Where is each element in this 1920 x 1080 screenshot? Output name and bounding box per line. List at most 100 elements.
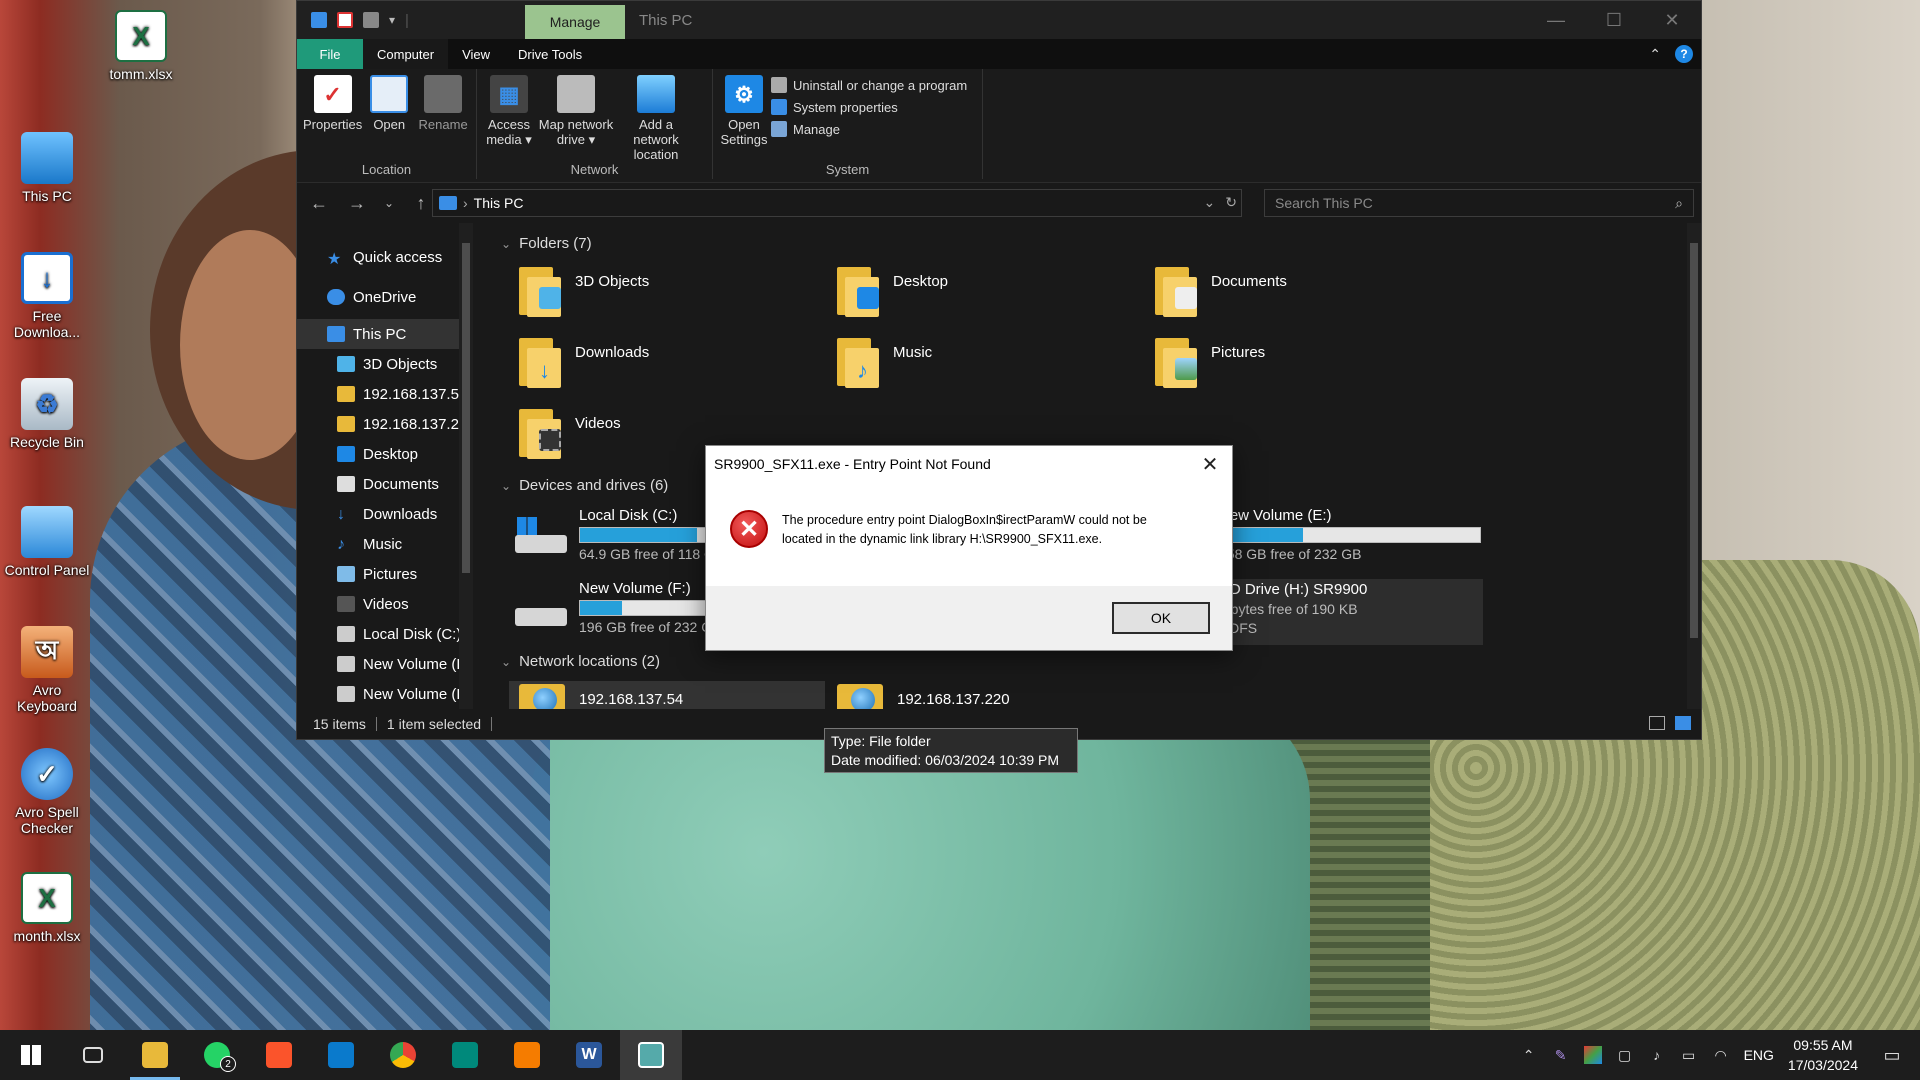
large-icons-view-icon[interactable]: [1675, 716, 1691, 730]
customize-toolbar-icon[interactable]: ▾: [389, 13, 395, 27]
taskbar-meet[interactable]: [434, 1030, 496, 1080]
taskbar-word[interactable]: W: [558, 1030, 620, 1080]
speaker-icon[interactable]: ♪: [1648, 1046, 1666, 1064]
app-tray-icon[interactable]: [1583, 1046, 1602, 1064]
taskbar-app[interactable]: [496, 1030, 558, 1080]
folder-desktop[interactable]: Desktop: [835, 263, 948, 317]
nav-onedrive[interactable]: OneDrive: [297, 277, 473, 317]
taskbar-vscode[interactable]: [310, 1030, 372, 1080]
recent-locations-icon[interactable]: ⌄: [383, 196, 395, 210]
nav-this-pc[interactable]: This PC: [297, 319, 473, 349]
desktop-icon-this-pc[interactable]: This PC: [2, 132, 92, 204]
title-bar[interactable]: ▾ | Manage This PC — ☐ ✕: [297, 1, 1701, 39]
desktop-icon-free-download-manager[interactable]: ↓ Free Downloa...: [2, 252, 92, 340]
desktop-icon-avro-keyboard[interactable]: অ Avro Keyboard: [2, 626, 92, 714]
dialog-title-bar[interactable]: SR9900_SFX11.exe - Entry Point Not Found…: [706, 446, 1232, 482]
chrome-icon: [390, 1042, 416, 1068]
wifi-icon[interactable]: ◠: [1712, 1046, 1730, 1064]
nav-item[interactable]: 192.168.137.220: [297, 409, 473, 439]
section-header-network[interactable]: ⌄ Network locations (2): [501, 653, 660, 670]
folder-music[interactable]: ♪ Music: [835, 334, 932, 388]
manage-label: Manage: [793, 121, 840, 137]
nav-item[interactable]: Desktop: [297, 439, 473, 469]
taskbar-whatsapp[interactable]: 2: [186, 1030, 248, 1080]
show-hidden-icons-icon[interactable]: ⌃: [1520, 1046, 1538, 1064]
breadcrumb[interactable]: This PC: [474, 195, 524, 211]
status-separator: [491, 717, 493, 731]
up-arrow-icon[interactable]: ↑: [409, 193, 433, 214]
nav-item[interactable]: 192.168.137.54: [297, 379, 473, 409]
nav-item[interactable]: New Volume (D:: [297, 649, 473, 679]
desktop-icon-avro-spell-checker[interactable]: ✓ Avro Spell Checker: [2, 748, 92, 836]
dialog-title: SR9900_SFX11.exe - Entry Point Not Found: [714, 456, 991, 472]
nav-item[interactable]: Videos: [297, 589, 473, 619]
taskbar-file-explorer[interactable]: [124, 1030, 186, 1080]
ok-button[interactable]: OK: [1112, 602, 1210, 634]
folder-pictures[interactable]: Pictures: [1153, 334, 1265, 388]
taskbar-active-window[interactable]: [620, 1030, 682, 1080]
open-label: Open: [373, 117, 406, 132]
scrollbar-thumb[interactable]: [462, 243, 470, 573]
nav-item[interactable]: New Volume (E:): [297, 679, 473, 709]
system-properties-button[interactable]: System properties: [771, 99, 967, 115]
details-view-icon[interactable]: [1649, 716, 1665, 730]
taskbar-chrome[interactable]: [372, 1030, 434, 1080]
nav-item[interactable]: 3D Objects: [297, 349, 473, 379]
tab-manage[interactable]: Manage: [525, 5, 625, 39]
nav-item[interactable]: Local Disk (C:): [297, 619, 473, 649]
section-header-devices[interactable]: ⌄ Devices and drives (6): [501, 477, 668, 494]
tab-computer[interactable]: Computer: [363, 39, 449, 69]
properties-icon[interactable]: [337, 12, 353, 28]
collapse-ribbon-icon[interactable]: ⌃: [1649, 46, 1661, 63]
file-list-scrollbar[interactable]: [1687, 223, 1701, 709]
clock[interactable]: 09:55 AM 17/03/2024: [1788, 1035, 1858, 1075]
notifications-icon[interactable]: ▭: [1872, 1030, 1912, 1080]
folder-3d-objects[interactable]: 3D Objects: [517, 263, 649, 317]
desktop-icon-control-panel[interactable]: Control Panel: [2, 506, 92, 578]
search-input[interactable]: Search This PC ⌕: [1264, 189, 1694, 217]
device-icon[interactable]: ▢: [1616, 1046, 1634, 1064]
nav-label: This PC: [353, 325, 407, 343]
control-panel-icon: [21, 506, 73, 558]
battery-icon[interactable]: ▭: [1680, 1046, 1698, 1064]
section-header-folders[interactable]: ⌄ Folders (7): [501, 235, 592, 252]
refresh-icon[interactable]: ↻: [1225, 194, 1237, 211]
nav-item[interactable]: Documents: [297, 469, 473, 499]
nav-item[interactable]: ♪ Music: [297, 529, 473, 559]
tab-view[interactable]: View: [448, 39, 504, 69]
dialog-close-button[interactable]: ✕: [1188, 446, 1232, 482]
input-language[interactable]: ENG: [1744, 1047, 1774, 1063]
excel-file-icon: X: [115, 10, 167, 62]
folder-videos[interactable]: Videos: [517, 405, 621, 459]
back-arrow-icon[interactable]: ←: [307, 193, 331, 214]
nav-quick-access[interactable]: ★ Quick access: [297, 237, 473, 277]
close-button[interactable]: ✕: [1643, 1, 1701, 39]
new-folder-icon[interactable]: [363, 12, 379, 28]
brave-browser-icon: [266, 1042, 292, 1068]
nav-item[interactable]: Pictures: [297, 559, 473, 589]
maximize-button[interactable]: ☐: [1585, 1, 1643, 39]
taskbar-brave[interactable]: [248, 1030, 310, 1080]
desktop-icon-month-xlsx[interactable]: X month.xlsx: [2, 872, 92, 944]
help-icon[interactable]: ?: [1675, 45, 1693, 63]
address-bar[interactable]: › This PC ⌄ ↻: [432, 189, 1242, 217]
folder-icon: [835, 263, 883, 317]
tab-file[interactable]: File: [297, 39, 363, 69]
manage-button[interactable]: Manage: [771, 121, 967, 137]
folder-downloads[interactable]: ↓ Downloads: [517, 334, 649, 388]
scrollbar-thumb[interactable]: [1690, 243, 1698, 638]
nav-item[interactable]: ↓ Downloads: [297, 499, 473, 529]
desktop-icon-recycle-bin[interactable]: ♻ Recycle Bin: [2, 378, 92, 450]
pen-icon[interactable]: ✎: [1552, 1046, 1570, 1064]
uninstall-program-button[interactable]: Uninstall or change a program: [771, 77, 967, 93]
minimize-button[interactable]: —: [1527, 1, 1585, 39]
forward-arrow-icon[interactable]: →: [345, 193, 369, 214]
start-button[interactable]: [0, 1030, 62, 1080]
address-dropdown-icon[interactable]: ⌄: [1204, 194, 1216, 211]
desktop-icon-tomm-xlsx[interactable]: X tomm.xlsx: [96, 10, 186, 82]
nav-scrollbar[interactable]: [459, 223, 473, 709]
tab-drive-tools[interactable]: Drive Tools: [504, 39, 596, 69]
nav-label: Local Disk (C:): [363, 625, 462, 643]
task-view-button[interactable]: [62, 1030, 124, 1080]
folder-documents[interactable]: Documents: [1153, 263, 1287, 317]
